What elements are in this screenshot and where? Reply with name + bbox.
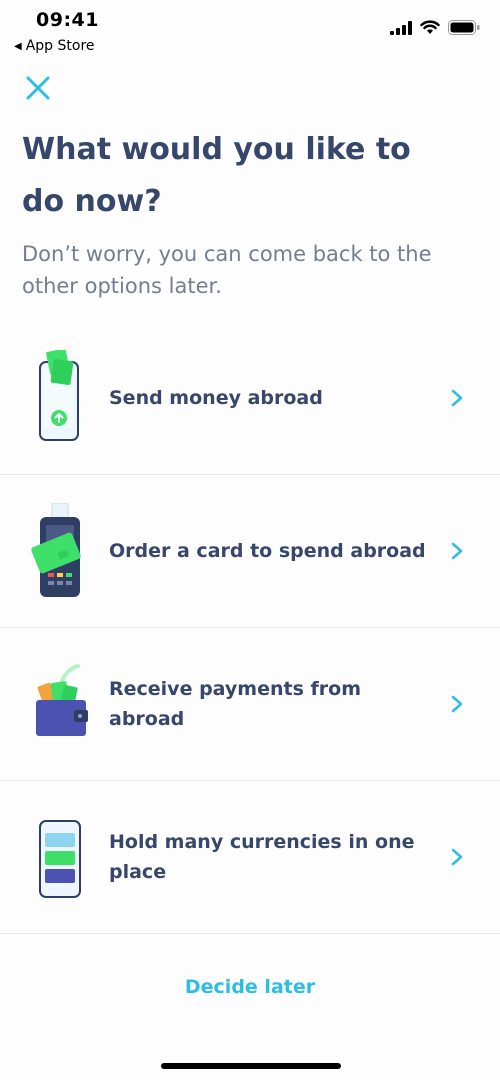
- option-label: Receive payments from abroad: [109, 678, 361, 730]
- chevron-right-icon: [451, 389, 463, 407]
- back-app-label: App Store: [25, 38, 95, 54]
- option-order-card[interactable]: Order a card to spend abroad: [0, 475, 500, 628]
- wallet-money-icon: [36, 664, 88, 736]
- status-bar: 09:41 ◀ App Store: [0, 0, 500, 60]
- option-send-money[interactable]: Send money abroad: [0, 322, 500, 475]
- option-label: Hold many currencies in one place: [109, 831, 415, 883]
- wifi-icon: [420, 20, 440, 34]
- options-list: Send money abroad Order a card to spend …: [0, 322, 500, 934]
- decide-later-button[interactable]: Decide later: [0, 976, 500, 998]
- option-hold-currencies[interactable]: Hold many currencies in one place: [0, 781, 500, 934]
- page-title: What would you like to do now?: [22, 132, 411, 219]
- system-icons: [390, 20, 480, 35]
- close-icon: [26, 76, 50, 100]
- page-subtitle: Don’t worry, you can come back to the ot…: [22, 242, 432, 298]
- back-triangle-icon: ◀: [14, 40, 22, 52]
- back-to-app-store[interactable]: ◀ App Store: [14, 38, 95, 54]
- close-button[interactable]: [22, 72, 54, 104]
- phone-currencies-icon: [39, 820, 81, 898]
- option-label: Order a card to spend abroad: [109, 540, 426, 562]
- chevron-right-icon: [451, 695, 463, 713]
- chevron-right-icon: [451, 848, 463, 866]
- option-label: Send money abroad: [109, 387, 323, 409]
- option-receive-payments[interactable]: Receive payments from abroad: [0, 628, 500, 781]
- card-terminal-icon: [31, 503, 81, 597]
- screen: 09:41 ◀ App Store What would you like to…: [0, 0, 500, 1080]
- cellular-signal-icon: [390, 20, 412, 35]
- status-time: 09:41: [36, 9, 99, 31]
- battery-icon: [448, 20, 480, 35]
- phone-money-icon: [39, 350, 79, 441]
- chevron-right-icon: [451, 542, 463, 560]
- home-indicator: [161, 1063, 341, 1069]
